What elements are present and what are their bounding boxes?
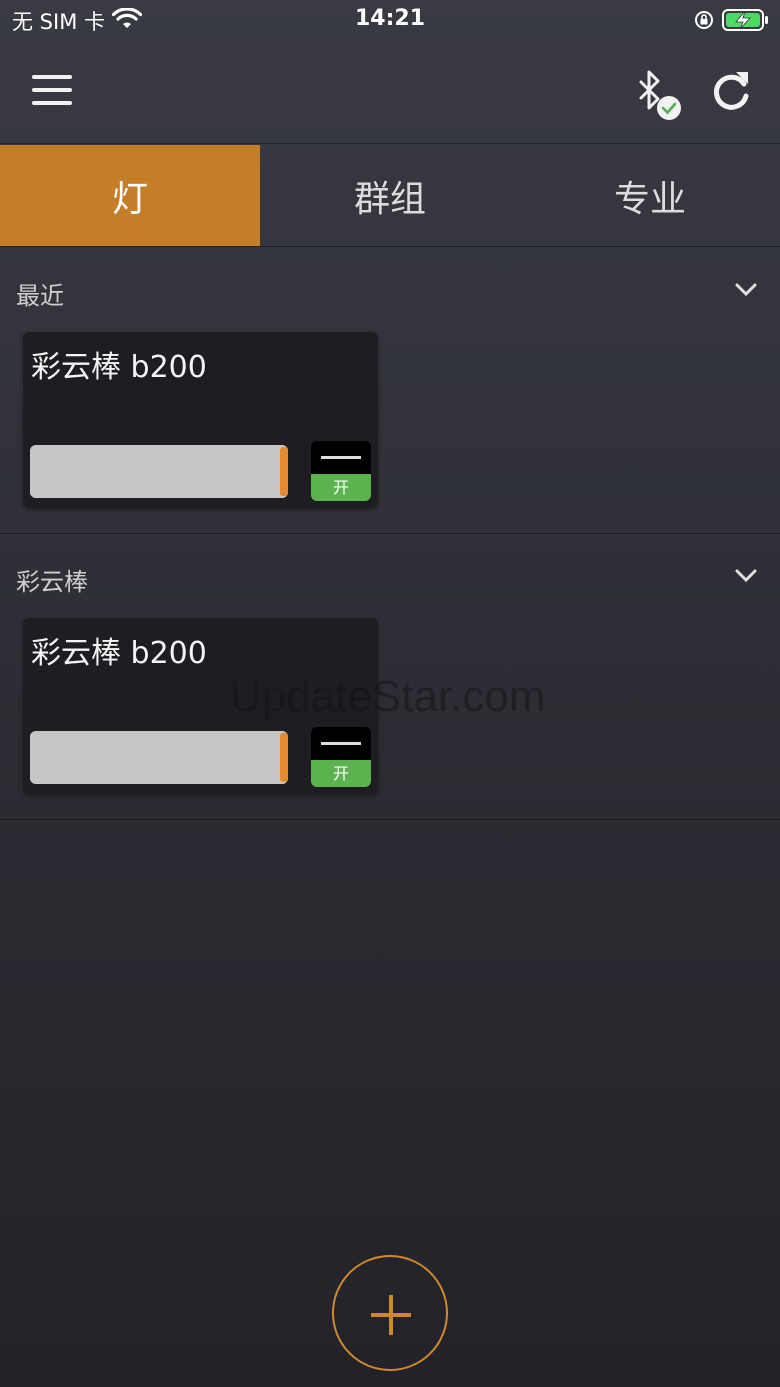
toggle-off-segment — [311, 441, 371, 474]
tab-lights[interactable]: 灯 — [0, 145, 260, 246]
hamburger-menu-icon-line — [32, 101, 72, 105]
hamburger-menu-icon — [32, 75, 72, 79]
slider-handle[interactable] — [280, 447, 288, 496]
tab-groups[interactable]: 群组 — [260, 145, 520, 246]
refresh-icon[interactable] — [708, 68, 754, 114]
clock: 14:21 — [354, 6, 426, 31]
brightness-slider[interactable] — [30, 445, 288, 498]
device-card[interactable]: 彩云棒 b200 开 — [23, 618, 378, 794]
add-device-button[interactable] — [332, 1255, 448, 1371]
toggle-off-segment — [311, 727, 371, 760]
tab-bar: 灯 群组 专业 — [0, 145, 780, 247]
tab-professional[interactable]: 专业 — [520, 145, 780, 246]
toggle-on-label: 开 — [311, 760, 371, 787]
device-name: 彩云棒 b200 — [31, 350, 207, 385]
status-bar: 无 SIM 卡 14:21 — [0, 0, 780, 40]
toggle-on-label: 开 — [311, 474, 371, 501]
brightness-slider[interactable] — [30, 731, 288, 784]
brightness-fill — [30, 445, 288, 498]
slider-handle[interactable] — [280, 733, 288, 782]
power-toggle[interactable]: 开 — [311, 727, 371, 787]
chevron-down-icon[interactable] — [734, 282, 758, 298]
brightness-fill — [30, 731, 288, 784]
orientation-lock-icon — [695, 11, 713, 29]
battery-charging-icon — [722, 9, 768, 31]
hamburger-menu-icon-line — [32, 88, 72, 92]
section-light-stick: 彩云棒 彩云棒 b200 开 — [0, 534, 780, 820]
chevron-down-icon[interactable] — [734, 568, 758, 584]
bluetooth-connected-icon[interactable] — [632, 68, 686, 124]
device-name: 彩云棒 b200 — [31, 636, 207, 671]
device-card[interactable]: 彩云棒 b200 开 — [23, 332, 378, 508]
section-recent: 最近 彩云棒 b200 开 — [0, 248, 780, 534]
section-title: 彩云棒 — [16, 568, 88, 596]
nav-bar — [0, 40, 780, 144]
power-toggle[interactable]: 开 — [311, 441, 371, 501]
section-title: 最近 — [16, 282, 64, 310]
menu-button[interactable] — [30, 73, 76, 107]
